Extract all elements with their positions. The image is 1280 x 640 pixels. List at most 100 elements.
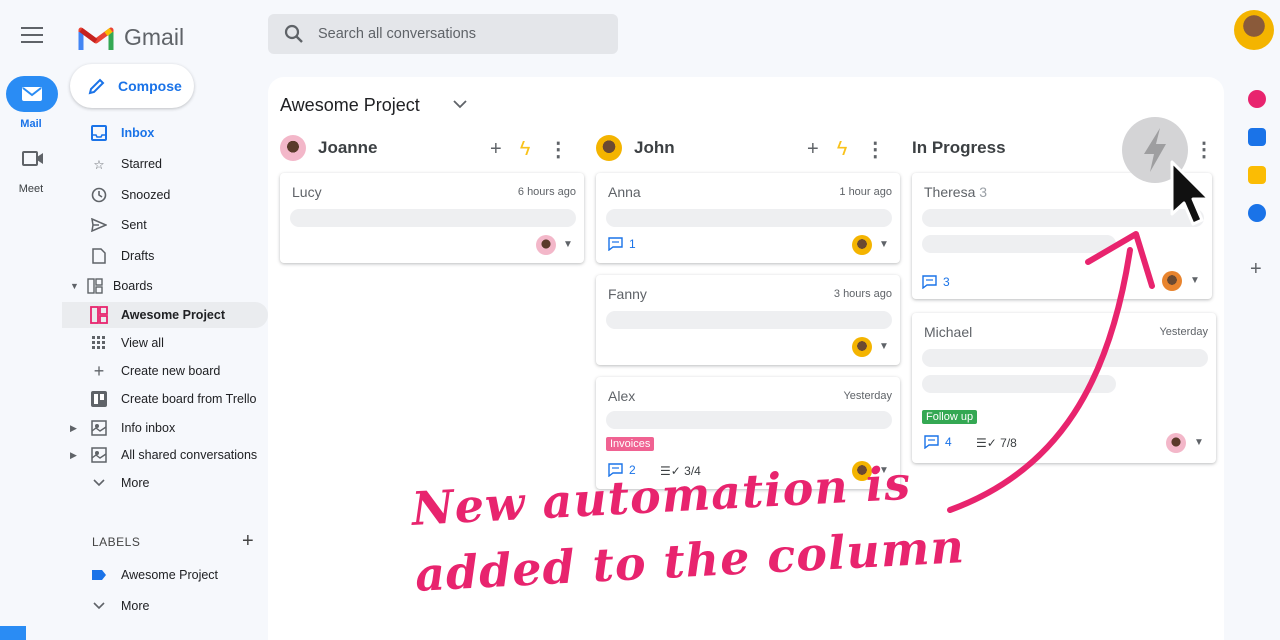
calendar-icon[interactable] (1248, 128, 1266, 146)
more-vert-icon[interactable]: ⋮ (548, 137, 568, 162)
comment-count-value: 3 (943, 275, 950, 289)
add-label-button[interactable]: + (242, 530, 254, 553)
nav-item-label: Sent (121, 218, 147, 232)
label-tag[interactable]: Follow up (922, 410, 978, 424)
board-card[interactable]: Michael Yesterday Follow up 4 ☰✓ 7/8 ▼ (912, 313, 1216, 463)
add-card-icon[interactable]: + (807, 138, 819, 161)
card-time: Yesterday (843, 390, 892, 402)
search-bar[interactable] (268, 14, 618, 54)
checklist-icon: ☰✓ (976, 436, 997, 450)
main-menu-icon[interactable] (21, 27, 43, 43)
thread-count: 3 (979, 184, 988, 200)
nav-item-info-inbox[interactable]: ▶ Info inbox (62, 415, 268, 441)
caret-down-icon[interactable]: ▼ (563, 239, 573, 250)
compose-button[interactable]: Compose (70, 64, 194, 108)
compose-label: Compose (118, 78, 182, 94)
caret-down-icon[interactable]: ▼ (879, 239, 889, 250)
more-vert-icon[interactable]: ⋮ (865, 137, 885, 162)
chevron-down-icon[interactable] (453, 97, 467, 112)
meet-app-button[interactable] (22, 150, 44, 173)
nav-item-create-board[interactable]: + Create new board (62, 358, 268, 384)
gmail-logo[interactable]: Gmail (78, 24, 184, 51)
automation-icon[interactable]: ϟ (837, 138, 848, 161)
avatar (280, 135, 306, 161)
nav-item-sent[interactable]: Sent (62, 212, 268, 238)
card-title: Michael (924, 324, 973, 340)
board-card[interactable]: Fanny 3 hours ago ▼ (596, 275, 900, 365)
caret-down-icon[interactable]: ▼ (70, 281, 79, 291)
board-title[interactable]: Awesome Project (280, 95, 420, 116)
column-header-john: John (596, 133, 675, 163)
nav-item-label: More (121, 476, 150, 490)
nav-item-more[interactable]: More (62, 470, 268, 496)
clock-icon (90, 186, 108, 204)
nav-item-label: Starred (121, 157, 162, 171)
label-item-awesome-project[interactable]: Awesome Project (62, 562, 268, 588)
meet-label: Meet (18, 183, 44, 195)
plus-icon: + (93, 360, 105, 381)
add-card-icon[interactable]: + (490, 138, 502, 161)
gmail-m-icon (78, 27, 114, 50)
shared-inbox-icon (90, 446, 108, 464)
label-icon (90, 566, 108, 584)
nav-item-view-all[interactable]: View all (62, 330, 268, 356)
status-indicator (0, 626, 26, 640)
shared-inbox-icon (90, 419, 108, 437)
comment-count-value: 1 (629, 237, 636, 251)
avatar[interactable] (1166, 433, 1186, 453)
board-card[interactable]: Theresa 3 3 ▼ (912, 173, 1212, 299)
mail-app-button[interactable] (6, 76, 58, 112)
content-placeholder (922, 375, 1116, 393)
content-placeholder (922, 349, 1208, 367)
label-item-label: Awesome Project (121, 568, 219, 582)
nav-item-label: Create board from Trello (121, 392, 257, 406)
card-title: Theresa 3 (924, 184, 987, 200)
task-count: ☰✓ 7/8 (976, 436, 1017, 450)
caret-right-icon[interactable]: ▶ (70, 423, 77, 434)
get-addons-plus-icon[interactable]: + (1250, 258, 1262, 281)
nav-item-boards[interactable]: ▼ Boards (62, 273, 268, 299)
comment-icon (924, 435, 939, 449)
card-title: Anna (608, 184, 641, 200)
caret-down-icon[interactable]: ▼ (1194, 437, 1204, 448)
label-item-label: More (121, 599, 150, 613)
keep-icon[interactable] (1248, 166, 1266, 184)
card-time: 1 hour ago (839, 186, 892, 198)
caret-right-icon[interactable]: ▶ (70, 450, 77, 461)
nav-item-inbox[interactable]: Inbox (62, 120, 268, 146)
nav-item-all-shared[interactable]: ▶ All shared conversations (62, 442, 268, 468)
star-icon: ☆ (93, 157, 105, 172)
board-icon (90, 306, 108, 324)
content-placeholder (922, 209, 1204, 227)
nav-item-create-from-trello[interactable]: Create board from Trello (62, 386, 268, 412)
avatar[interactable] (536, 235, 556, 255)
nav-item-snoozed[interactable]: Snoozed (62, 182, 268, 208)
nav-item-label: Create new board (121, 364, 221, 378)
board-card[interactable]: Anna 1 hour ago 1 ▼ (596, 173, 900, 263)
navigation-panel: Gmail Compose Inbox ☆ Starred Snoozed Se… (62, 0, 268, 640)
nav-item-label: Boards (113, 279, 153, 293)
avatar[interactable] (852, 337, 872, 357)
nav-item-drafts[interactable]: Drafts (62, 243, 268, 269)
avatar[interactable] (852, 235, 872, 255)
card-title: Fanny (608, 286, 647, 302)
caret-down-icon[interactable]: ▼ (879, 341, 889, 352)
more-vert-icon[interactable]: ⋮ (1194, 137, 1214, 162)
content-placeholder (922, 235, 1116, 253)
search-input[interactable] (318, 26, 598, 42)
nav-item-awesome-project[interactable]: Awesome Project (62, 302, 268, 328)
nav-item-starred[interactable]: ☆ Starred (62, 151, 268, 177)
automation-icon[interactable]: ϟ (520, 138, 531, 161)
account-avatar[interactable] (1234, 10, 1274, 50)
avatar[interactable] (1162, 271, 1182, 291)
addon-icon[interactable] (1248, 90, 1266, 108)
column-header-joanne: Joanne (280, 133, 378, 163)
label-tag[interactable]: Invoices (606, 437, 655, 451)
tasks-icon[interactable] (1248, 204, 1266, 222)
label-item-more[interactable]: More (62, 593, 268, 619)
column-actions: + ϟ ⋮ (807, 137, 885, 162)
board-card[interactable]: Lucy 6 hours ago ▼ (280, 173, 584, 263)
new-automation-button[interactable] (1122, 117, 1188, 183)
inbox-icon (90, 124, 108, 142)
caret-down-icon[interactable]: ▼ (1190, 275, 1200, 286)
